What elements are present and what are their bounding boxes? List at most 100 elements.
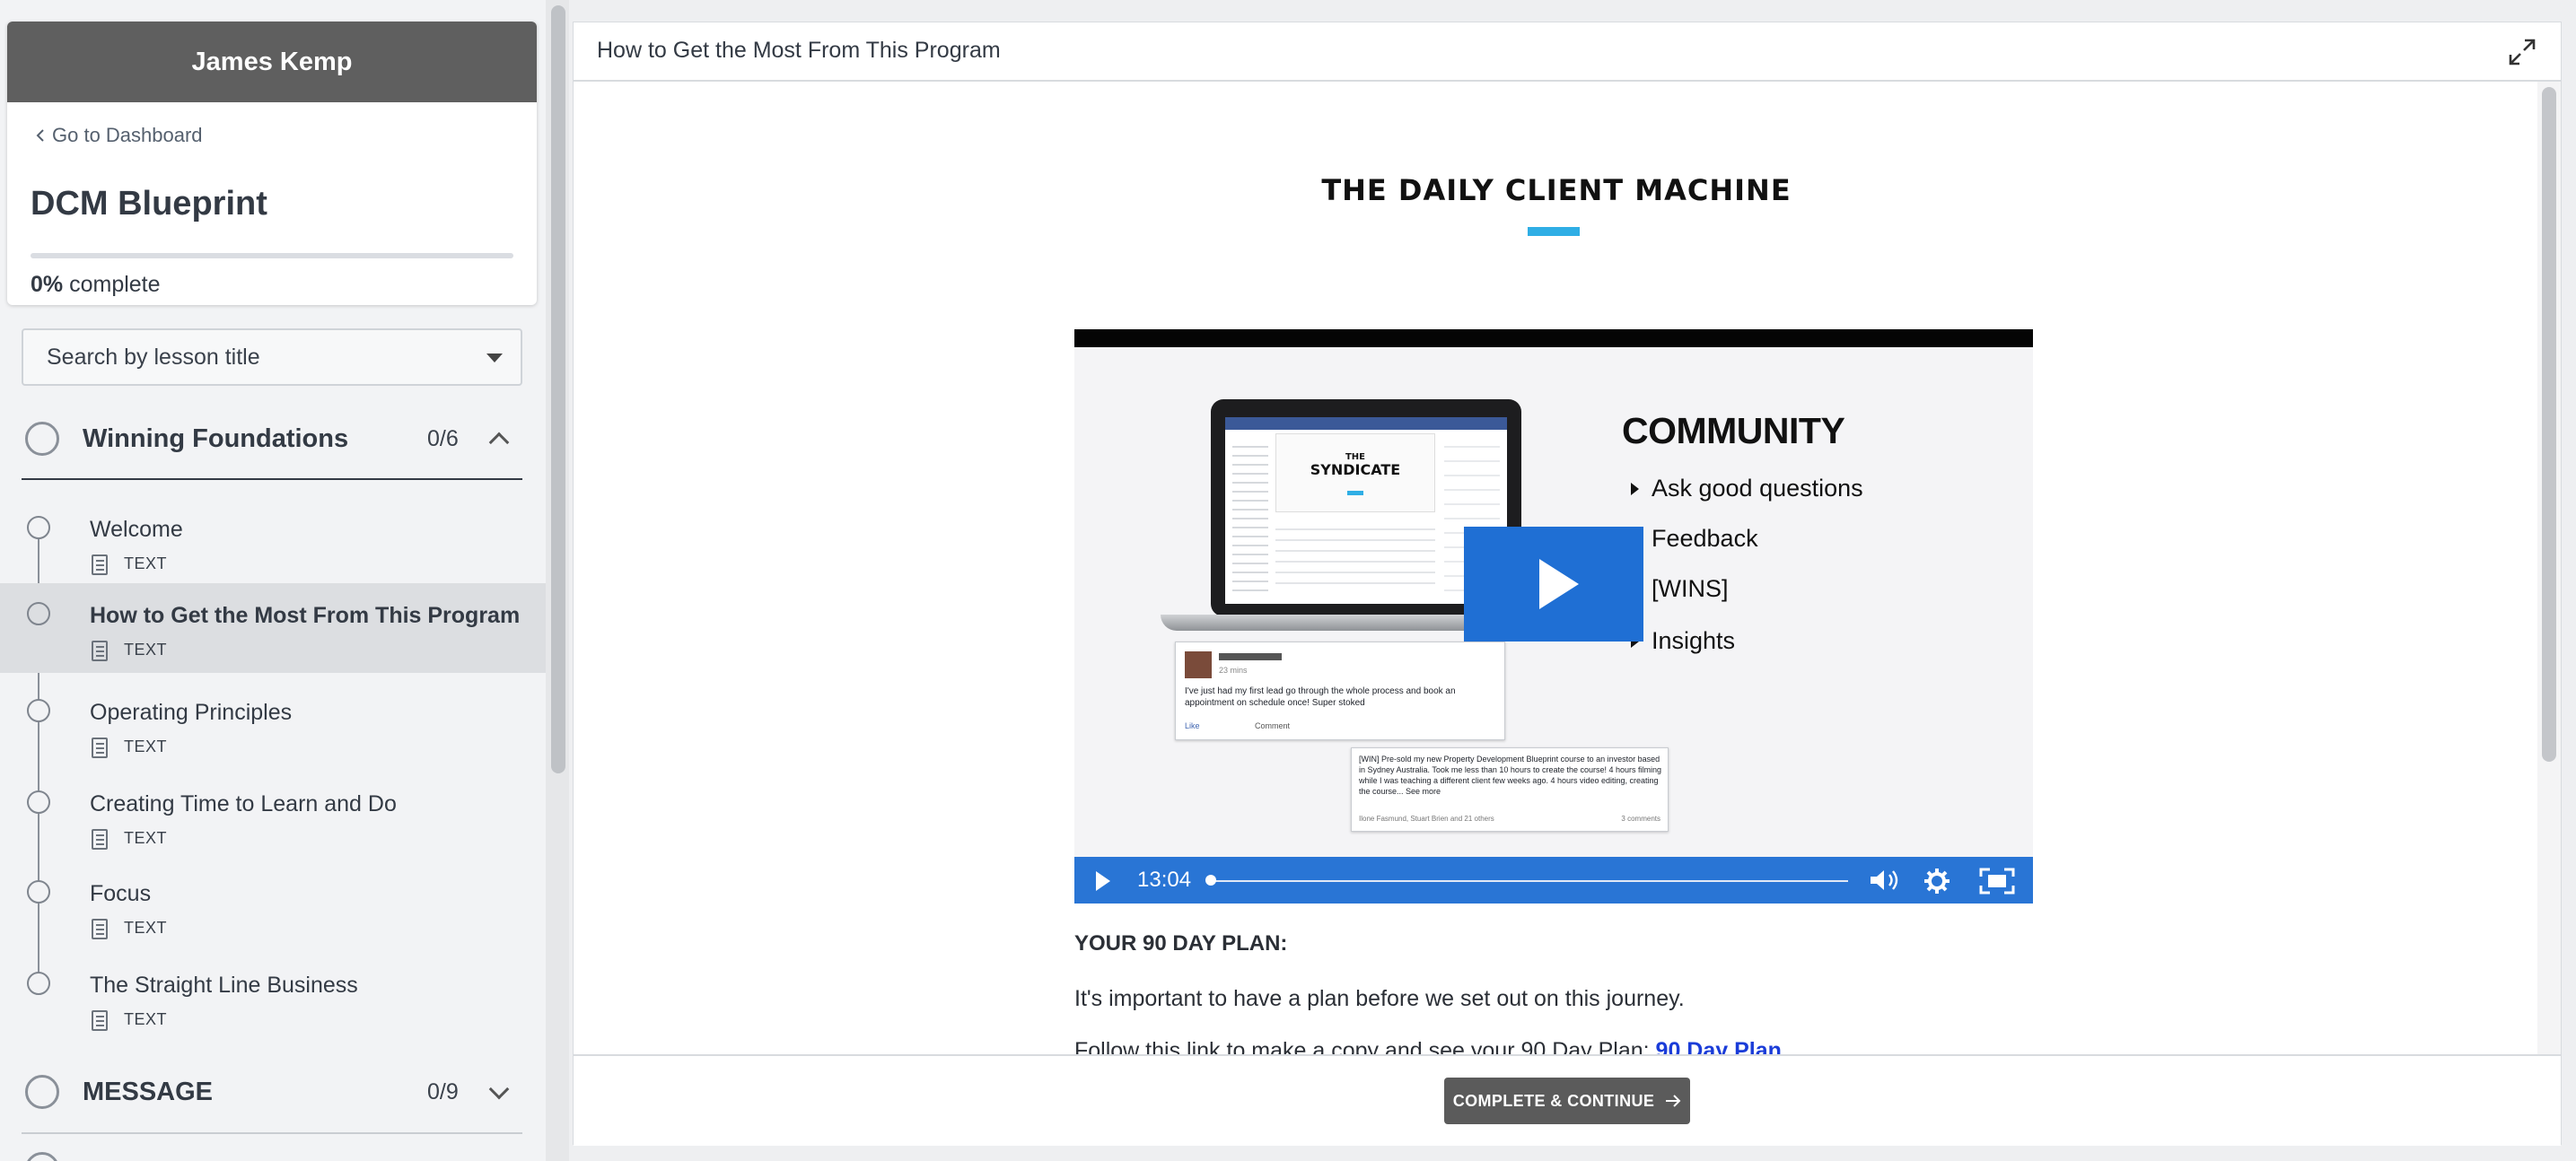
lesson-title: Operating Principles — [90, 700, 293, 725]
win-post-text: [WIN] Pre-sold my new Property Developme… — [1359, 755, 1662, 796]
video-seek-bar[interactable] — [1209, 880, 1848, 882]
chevron-left-icon — [36, 129, 44, 142]
lesson-status-icon — [27, 602, 50, 625]
user-name: James Kemp — [7, 22, 537, 102]
plan-text: It's important to have a plan before we … — [1074, 986, 1685, 1011]
chapter-divider — [22, 478, 522, 480]
complete-and-continue-button[interactable]: COMPLETE & CONTINUE — [1444, 1078, 1690, 1124]
video-duration: 13:04 — [1137, 868, 1192, 892]
chapter-count: 0/9 — [427, 1078, 459, 1104]
fullscreen-icon[interactable] — [1979, 868, 2015, 895]
chapter-message[interactable]: MESSAGE 0/9 — [22, 1052, 522, 1132]
lesson-header: How to Get the Most From This Program — [574, 22, 2561, 82]
page-title: THE DAILY CLIENT MACHINE — [1321, 173, 1792, 207]
triangle-bullet-icon — [1631, 482, 1639, 495]
text-lesson-icon — [92, 738, 108, 758]
chapter-next-partial[interactable] — [22, 1143, 522, 1161]
progress-percent: 0% — [31, 272, 64, 297]
chevron-down-icon[interactable] — [488, 1078, 510, 1100]
lesson-creating-time[interactable]: Creating Time to Learn and Do TEXT — [0, 772, 546, 861]
poster-name-redacted — [1219, 653, 1282, 660]
slide-bullet: Ask good questions — [1631, 475, 1863, 502]
volume-icon[interactable] — [1868, 868, 1904, 893]
chapter-status-icon — [25, 1152, 59, 1161]
course-sidebar: James Kemp Go to Dashboard DCM Blueprint… — [0, 0, 546, 1161]
lesson-type: TEXT — [124, 1010, 168, 1028]
chapter-title: Winning Foundations — [83, 423, 349, 453]
lesson-type: TEXT — [124, 641, 168, 659]
like-label: Like — [1185, 721, 1200, 730]
course-progress-bar — [31, 253, 513, 258]
facebook-post-card: 23 mins I've just had my first lead go t… — [1175, 642, 1505, 740]
title-underline — [1528, 227, 1580, 236]
lesson-type: TEXT — [124, 829, 168, 847]
lesson-status-icon — [27, 790, 50, 814]
syndicate-logo: THE SYNDICATE — [1310, 452, 1401, 478]
complete-button-label: COMPLETE & CONTINUE — [1452, 1091, 1655, 1110]
lesson-search-placeholder: Search by lesson title — [47, 344, 260, 370]
lesson-straight-line-business[interactable]: The Straight Line Business TEXT — [0, 953, 546, 1043]
progress-text: 0% complete — [31, 272, 161, 298]
settings-gear-icon[interactable] — [1923, 868, 1950, 895]
lesson-status-icon — [27, 699, 50, 722]
plan-heading: YOUR 90 DAY PLAN: — [1074, 931, 1288, 956]
facebook-win-post-card: [WIN] Pre-sold my new Property Developme… — [1351, 747, 1669, 832]
lesson-operating-principles[interactable]: Operating Principles TEXT — [0, 680, 546, 770]
facebook-sidebar — [1232, 439, 1268, 591]
video-top-bar — [1074, 329, 2033, 347]
chapter-status-icon — [25, 1075, 59, 1109]
lesson-title: Focus — [90, 881, 152, 906]
go-to-dashboard-link[interactable]: Go to Dashboard — [36, 124, 203, 147]
lesson-content: THE DAILY CLIENT MACHINE THE SYNDICATE 2… — [574, 82, 2539, 1076]
lesson-type: TEXT — [124, 554, 168, 572]
sidebar-scrollbar-thumb[interactable] — [551, 5, 565, 773]
syndicate-underline — [1347, 491, 1363, 495]
facebook-bar — [1225, 417, 1507, 430]
post-time: 23 mins — [1219, 666, 1248, 675]
slide-bullet: Insights — [1631, 627, 1735, 655]
chapter-title: MESSAGE — [83, 1077, 214, 1106]
lesson-type: TEXT — [124, 919, 168, 937]
group-post-lines — [1275, 519, 1435, 591]
lesson-focus[interactable]: Focus TEXT — [0, 861, 546, 951]
lesson-title: How to Get the Most From This Program — [90, 603, 521, 628]
lesson-how-to-get-the-most[interactable]: How to Get the Most From This Program TE… — [0, 583, 546, 673]
lesson-type: TEXT — [124, 738, 168, 755]
chapter-count: 0/6 — [427, 425, 459, 451]
post-text: I've just had my first lead go through t… — [1185, 686, 1456, 708]
win-post-reactions: Ilone Fasmund, Stuart Brien and 21 other… — [1359, 815, 1494, 823]
text-lesson-icon — [92, 641, 108, 661]
avatar — [1185, 651, 1212, 678]
lesson-heading: How to Get the Most From This Program — [597, 38, 1001, 63]
slide-heading: COMMUNITY — [1622, 410, 1845, 451]
caret-down-icon — [486, 354, 503, 362]
course-card: James Kemp Go to Dashboard DCM Blueprint… — [7, 22, 537, 305]
play-icon — [1539, 559, 1579, 609]
control-play-icon[interactable] — [1096, 871, 1110, 891]
video-seek-handle[interactable] — [1205, 875, 1216, 886]
video-play-button[interactable] — [1464, 527, 1643, 642]
slide-bullet: [WINS] — [1652, 575, 1729, 602]
lesson-footer: COMPLETE & CONTINUE — [574, 1054, 2561, 1146]
content-scrollbar-thumb[interactable] — [2542, 87, 2556, 762]
lesson-status-icon — [27, 880, 50, 903]
progress-suffix: complete — [63, 272, 161, 297]
chapter-winning-foundations[interactable]: Winning Foundations 0/6 — [22, 398, 522, 479]
chapter-divider — [22, 1132, 522, 1134]
chevron-up-icon[interactable] — [488, 432, 510, 453]
lesson-title: The Straight Line Business — [90, 973, 358, 998]
text-lesson-icon — [92, 554, 108, 575]
comment-label: Comment — [1255, 721, 1291, 730]
lesson-title: Creating Time to Learn and Do — [90, 791, 397, 816]
lesson-status-icon — [27, 972, 50, 995]
video-control-bar: 13:04 — [1074, 857, 2033, 903]
slide-bullet: Feedback — [1631, 525, 1758, 553]
win-post-comments: 3 comments — [1621, 815, 1660, 823]
lesson-welcome[interactable]: Welcome TEXT — [0, 497, 546, 587]
text-lesson-icon — [92, 919, 108, 939]
course-title: DCM Blueprint — [31, 185, 267, 223]
video-player[interactable]: THE SYNDICATE 23 mins I've just had my fi… — [1074, 329, 2033, 903]
expand-icon[interactable] — [2507, 37, 2537, 67]
lesson-search-select[interactable]: Search by lesson title — [22, 328, 522, 386]
lesson-status-icon — [27, 516, 50, 539]
